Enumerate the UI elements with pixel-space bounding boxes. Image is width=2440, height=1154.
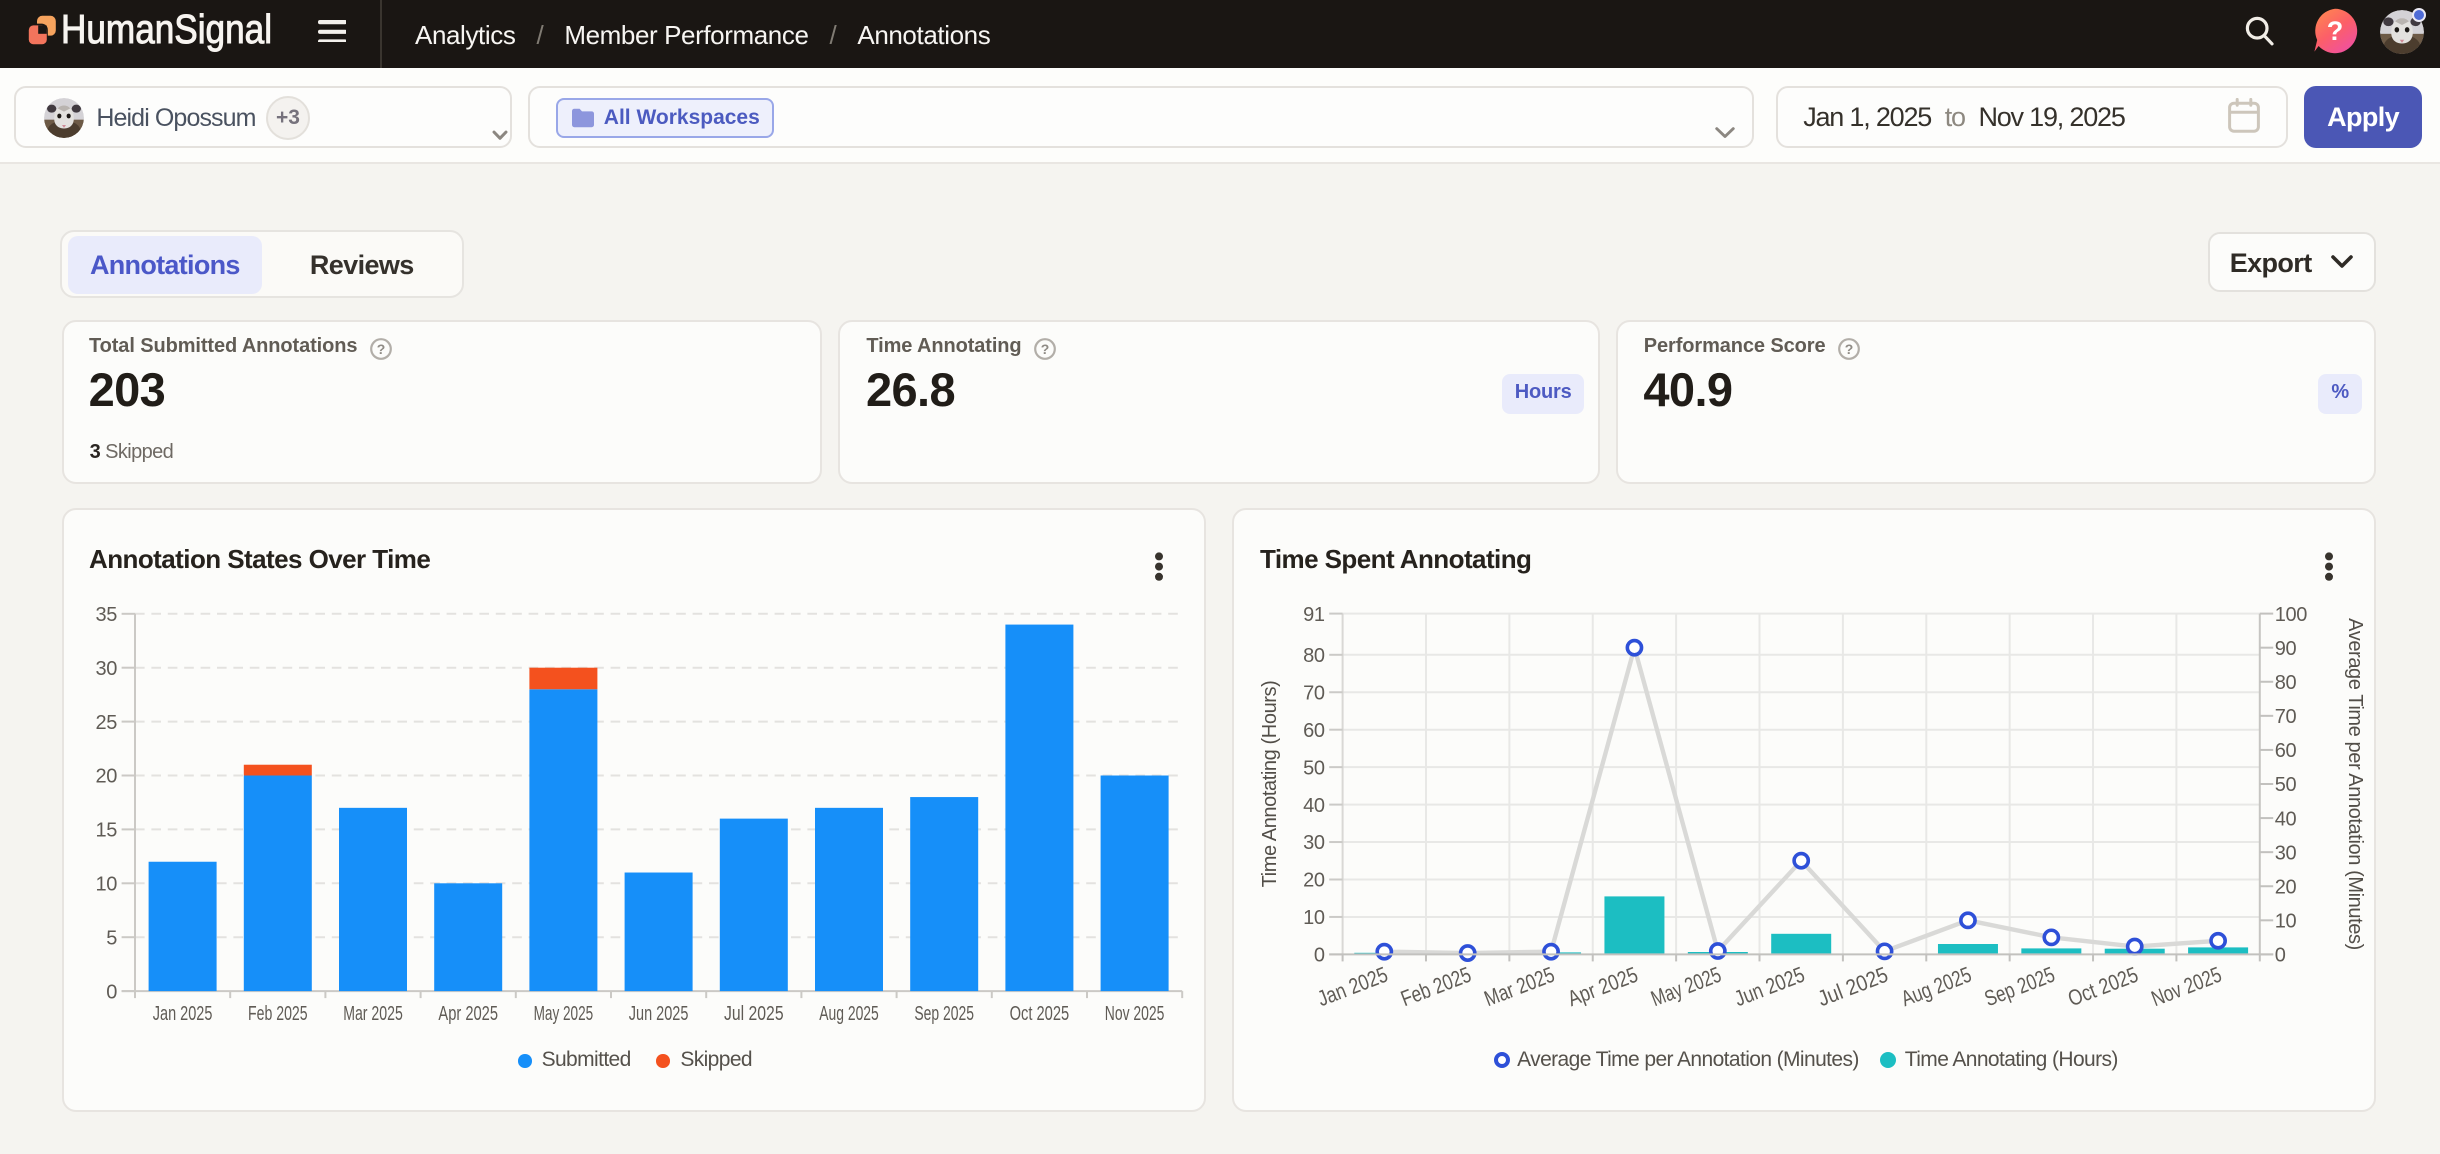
svg-text:Jan 2025: Jan 2025 [1314,961,1391,1011]
svg-text:Aug 2025: Aug 2025 [1898,961,1975,1011]
svg-text:Oct 2025: Oct 2025 [2064,961,2141,1011]
svg-text:50: 50 [1303,757,1325,779]
svg-text:10: 10 [1303,907,1325,929]
svg-text:30: 30 [2275,842,2297,864]
svg-text:?: ? [376,342,384,358]
svg-text:91: 91 [1303,603,1325,625]
svg-text:60: 60 [1303,719,1325,741]
svg-text:Nov 2025: Nov 2025 [2148,961,2225,1011]
svg-text:?: ? [2327,16,2344,46]
svg-text:20: 20 [1303,869,1325,891]
svg-text:Feb 2025: Feb 2025 [247,1002,307,1024]
svg-text:Sep 2025: Sep 2025 [1981,961,2058,1011]
svg-text:Apr 2025: Apr 2025 [437,1002,497,1024]
svg-text:10: 10 [2275,910,2297,932]
svg-text:Apr 2025: Apr 2025 [1564,961,1641,1011]
svg-text:90: 90 [2275,637,2297,659]
svg-text:?: ? [1844,342,1852,358]
svg-text:Jul 2025: Jul 2025 [1814,961,1891,1011]
svg-text:May 2025: May 2025 [1648,961,1725,1011]
svg-text:HumanSignal: HumanSignal [61,6,272,52]
svg-text:Jun 2025: Jun 2025 [628,1002,688,1024]
svg-text:0: 0 [105,981,116,1003]
svg-text:0: 0 [2275,944,2286,966]
svg-text:30: 30 [95,657,117,679]
svg-text:Feb 2025: Feb 2025 [1397,961,1474,1011]
svg-text:35: 35 [95,603,117,625]
svg-text:40: 40 [1303,794,1325,816]
svg-text:Time Annotating (Hours): Time Annotating (Hours) [1259,680,1281,887]
svg-text:40: 40 [2275,808,2297,830]
svg-text:Mar 2025: Mar 2025 [1481,961,1558,1011]
svg-text:?: ? [1040,342,1048,358]
svg-text:80: 80 [1303,644,1325,666]
svg-text:Oct 2025: Oct 2025 [1009,1002,1069,1024]
svg-text:Nov 2025: Nov 2025 [1104,1002,1164,1024]
svg-text:5: 5 [105,927,116,949]
svg-text:May 2025: May 2025 [533,1002,593,1024]
svg-text:Aug 2025: Aug 2025 [818,1002,878,1024]
svg-text:Jun 2025: Jun 2025 [1731,961,1808,1011]
svg-text:Sep 2025: Sep 2025 [913,1002,973,1024]
svg-text:60: 60 [2275,739,2297,761]
svg-text:15: 15 [95,819,117,841]
svg-text:Jul 2025: Jul 2025 [723,1002,783,1024]
svg-text:25: 25 [95,711,117,733]
svg-text:100: 100 [2275,603,2307,625]
svg-text:50: 50 [2275,774,2297,796]
svg-text:0: 0 [1314,944,1325,966]
svg-text:70: 70 [1303,682,1325,704]
svg-text:20: 20 [2275,876,2297,898]
svg-text:30: 30 [1303,832,1325,854]
svg-text:Mar 2025: Mar 2025 [342,1002,402,1024]
svg-text:80: 80 [2275,671,2297,693]
svg-text:Jan 2025: Jan 2025 [152,1002,212,1024]
svg-text:70: 70 [2275,705,2297,727]
svg-text:10: 10 [95,873,117,895]
svg-text:20: 20 [95,765,117,787]
svg-text:Average Time per Annotation (M: Average Time per Annotation (Minutes) [2344,618,2366,950]
